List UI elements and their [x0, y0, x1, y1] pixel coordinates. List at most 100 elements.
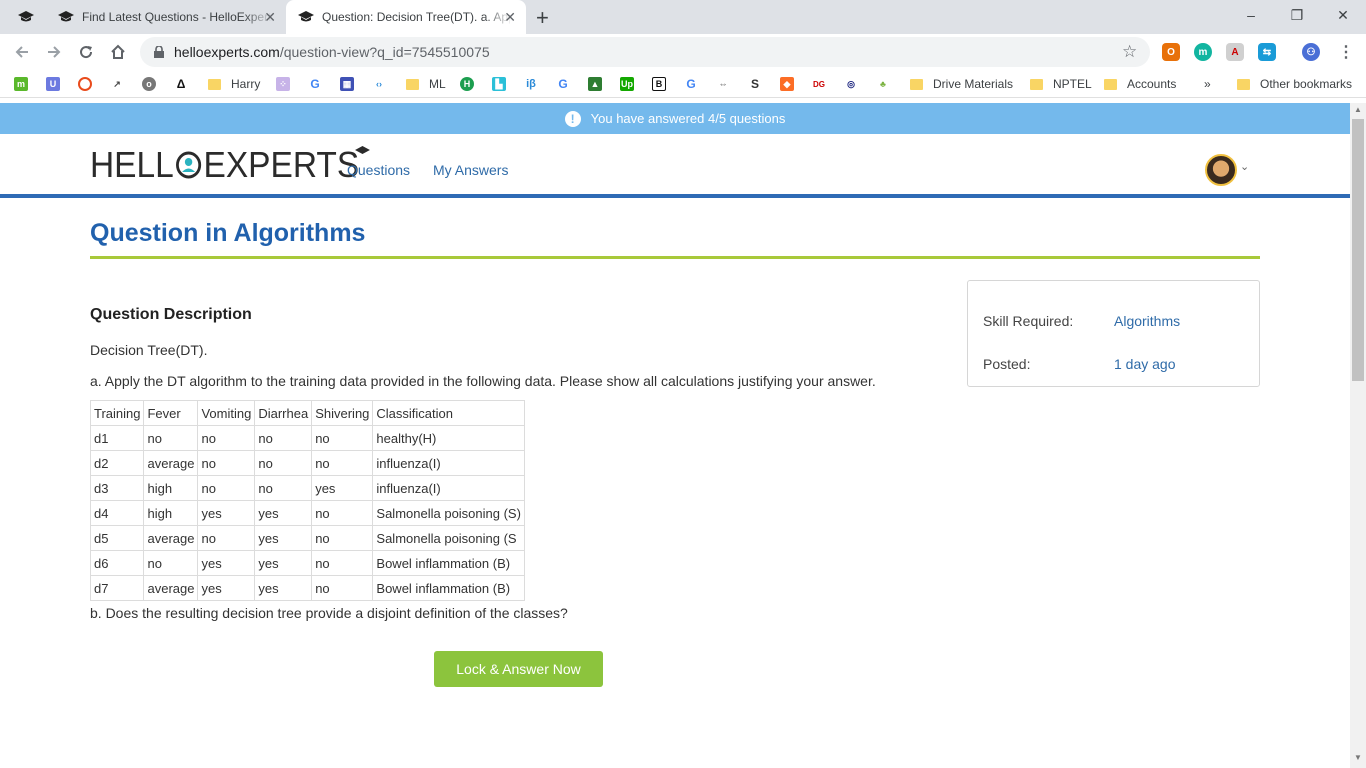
new-tab-button[interactable]: +	[536, 5, 549, 31]
page-scrollbar[interactable]: ▲ ▼	[1350, 103, 1366, 768]
table-cell: Salmonella poisoning (S	[372, 525, 526, 551]
folder-icon	[910, 78, 923, 90]
table-cell: high	[143, 500, 199, 526]
bookmark-android-icon[interactable]: ♣	[876, 77, 890, 91]
reload-icon[interactable]	[74, 40, 98, 64]
column-header: Fever	[143, 400, 199, 426]
pinned-tab[interactable]	[12, 0, 42, 34]
posted-label: Posted:	[983, 356, 1031, 372]
table-cell: no	[197, 425, 256, 451]
bookmark-google-icon[interactable]: G	[308, 77, 322, 91]
extension-office-icon[interactable]: O	[1162, 43, 1180, 61]
question-intro: Decision Tree(DT).	[90, 342, 208, 358]
profile-icon[interactable]: ⚇	[1302, 43, 1320, 61]
training-data-table: Training Fever Vomiting Diarrhea Shiveri…	[89, 400, 526, 601]
graduation-cap-icon	[298, 9, 314, 25]
home-icon[interactable]	[106, 40, 130, 64]
bookmark-google-icon[interactable]: G	[684, 77, 698, 91]
bookmark-chart-icon[interactable]: ↗	[110, 77, 124, 91]
bookmark-folder-nptel[interactable]: NPTEL	[1030, 76, 1092, 92]
table-cell: yes	[254, 500, 313, 526]
bookmark-upwork-icon[interactable]: Up	[620, 77, 634, 91]
table-cell: d7	[89, 575, 145, 601]
scroll-up-icon[interactable]: ▲	[1354, 105, 1362, 114]
bookmark-folder-accounts[interactable]: Accounts	[1104, 76, 1176, 92]
bookmark-ib-icon[interactable]: iβ	[524, 77, 538, 91]
bookmark-dg-icon[interactable]: DG	[812, 77, 826, 91]
extension-m-icon[interactable]: m	[1194, 43, 1212, 61]
bookmark-code-icon[interactable]: ‹›	[372, 77, 386, 91]
table-cell: Bowel inflammation (B)	[372, 550, 526, 576]
table-cell: d3	[89, 475, 145, 501]
bookmark-m-icon[interactable]: m	[14, 77, 28, 91]
scroll-thumb[interactable]	[1352, 119, 1364, 381]
table-cell: no	[311, 550, 374, 576]
table-cell: influenza(I)	[372, 475, 526, 501]
restore-button[interactable]: ❐	[1274, 0, 1320, 30]
banner-text: You have answered 4/5 questions	[590, 111, 786, 126]
table-cell: healthy(H)	[372, 425, 526, 451]
bookmark-delta-icon[interactable]: Δ	[174, 77, 188, 91]
address-bar[interactable]: helloexperts.com/question-view?q_id=7545…	[140, 37, 1150, 67]
bookmark-folder-ml[interactable]: ML	[406, 76, 446, 92]
bookmark-calendar-icon[interactable]: ▦	[340, 77, 354, 91]
bookmark-folder-drive-materials[interactable]: Drive Materials	[910, 76, 1013, 92]
table-cell: no	[311, 525, 374, 551]
forward-icon[interactable]	[42, 40, 66, 64]
browser-tab[interactable]: Find Latest Questions - HelloExperts ✕	[46, 0, 286, 34]
chevron-down-icon[interactable]: ⌄	[1240, 160, 1249, 173]
bookmark-swirl-icon[interactable]: ◎	[844, 77, 858, 91]
bookmark-google-icon[interactable]: G	[556, 77, 570, 91]
back-icon[interactable]	[10, 40, 34, 64]
minimize-button[interactable]: –	[1228, 0, 1274, 30]
bookmark-dots-icon[interactable]: ⁘	[276, 77, 290, 91]
table-cell: no	[254, 450, 313, 476]
table-row: d5 average no yes no Salmonella poisoning (S	[89, 525, 526, 551]
tab-close-icon[interactable]: ✕	[504, 10, 516, 24]
bookmark-o-icon[interactable]: o	[142, 77, 156, 91]
table-cell: average	[143, 450, 199, 476]
scroll-down-icon[interactable]: ▼	[1354, 753, 1362, 762]
bookmarks-bar: m U ↗ o Δ Harry ⁘ G ▦ ‹› ML H ▙ iβ G ▲ U…	[0, 70, 1366, 98]
table-row: d3 high no no yes influenza(I)	[89, 475, 526, 501]
page-title: Question in Algorithms	[90, 219, 366, 247]
bookmarks-overflow-icon[interactable]: »	[1204, 76, 1211, 92]
bookmark-circle-icon[interactable]	[78, 77, 92, 91]
other-bookmarks[interactable]: Other bookmarks	[1237, 76, 1352, 92]
star-icon[interactable]: ☆	[1122, 42, 1137, 62]
table-cell: no	[143, 425, 199, 451]
bookmark-folder-harry[interactable]: Harry	[208, 76, 260, 92]
graduation-cap-icon	[18, 9, 34, 25]
avatar[interactable]	[1205, 154, 1237, 186]
bookmark-shield-icon[interactable]: B	[652, 77, 666, 91]
extension-translate-icon[interactable]: ⇆	[1258, 43, 1276, 61]
nav-questions[interactable]: Questions	[347, 162, 410, 178]
nav-my-answers[interactable]: My Answers	[433, 162, 508, 178]
title-divider	[90, 256, 1260, 259]
site-logo[interactable]: HELL EXPERTS	[90, 144, 374, 186]
skill-label: Skill Required:	[983, 313, 1074, 329]
lock-icon	[154, 46, 164, 58]
table-cell: no	[311, 450, 374, 476]
bookmark-u-icon[interactable]: U	[46, 77, 60, 91]
url-path: /question-view?q_id=7545510075	[279, 44, 490, 60]
table-cell: no	[197, 450, 256, 476]
menu-icon[interactable]: ⋮	[1338, 42, 1354, 62]
tab-close-icon[interactable]: ✕	[264, 10, 276, 24]
column-header: Classification	[372, 400, 526, 426]
bookmark-doc-icon[interactable]: ▙	[492, 77, 506, 91]
lock-and-answer-button[interactable]: Lock & Answer Now	[434, 651, 603, 687]
bookmark-drive-icon[interactable]: ▲	[588, 77, 602, 91]
bookmark-h-icon[interactable]: H	[460, 77, 474, 91]
bookmark-arrows-icon[interactable]: ⇔	[716, 77, 730, 91]
skill-link[interactable]: Algorithms	[1114, 313, 1180, 329]
column-header: Diarrhea	[254, 400, 313, 426]
table-cell: yes	[197, 500, 256, 526]
bookmark-s-icon[interactable]: S	[748, 77, 762, 91]
table-cell: no	[311, 425, 374, 451]
browser-tab-active[interactable]: Question: Decision Tree(DT). a. Apply ✕	[286, 0, 526, 34]
extension-pdf-icon[interactable]: A	[1226, 43, 1244, 61]
description-heading: Question Description	[90, 306, 252, 323]
window-close-button[interactable]: ✕	[1320, 0, 1366, 30]
bookmark-gitlab-icon[interactable]: ◆	[780, 77, 794, 91]
